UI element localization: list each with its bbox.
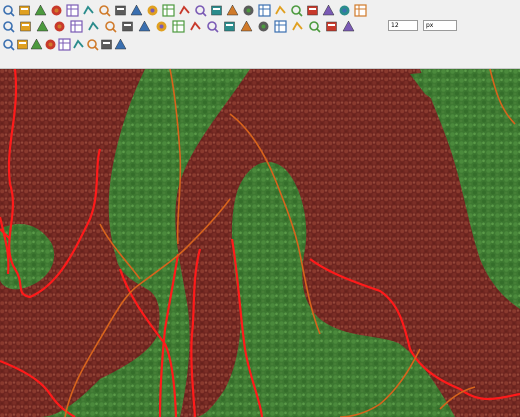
- change-label-icon[interactable]: [257, 20, 270, 33]
- statistics-icon[interactable]: [242, 4, 255, 17]
- zoom-layer-icon[interactable]: [34, 4, 47, 17]
- undo-icon[interactable]: [155, 20, 168, 33]
- identify-icon[interactable]: [178, 4, 191, 17]
- deselect-icon[interactable]: [322, 4, 335, 17]
- pan-icon[interactable]: [66, 4, 79, 17]
- offset-curve-icon[interactable]: [72, 38, 85, 51]
- bookmark-icon[interactable]: [114, 4, 127, 17]
- simplify-icon[interactable]: [86, 38, 99, 51]
- cut-features-icon[interactable]: [104, 20, 117, 33]
- map-canvas[interactable]: [0, 69, 520, 417]
- copy-features-icon[interactable]: [121, 20, 134, 33]
- snapping-tolerance-value: 12: [391, 22, 399, 29]
- rotate-label-icon[interactable]: [223, 20, 236, 33]
- merge-features-icon[interactable]: [44, 38, 57, 51]
- processing-toolbox-icon[interactable]: [226, 4, 239, 17]
- trim-extend-icon[interactable]: [100, 38, 113, 51]
- temporal-controller-icon[interactable]: [146, 4, 159, 17]
- toolbar-row-digitizing: [0, 35, 520, 55]
- digitize-icon[interactable]: [2, 38, 15, 51]
- attribute-table-icon[interactable]: [194, 4, 207, 17]
- field-calculator-icon[interactable]: [210, 4, 223, 17]
- annotation-icon[interactable]: [274, 4, 287, 17]
- reshape-icon[interactable]: [58, 38, 71, 51]
- zoom-out-icon[interactable]: [18, 4, 31, 17]
- pin-labels-icon[interactable]: [206, 20, 219, 33]
- pencil-icon[interactable]: [16, 38, 29, 51]
- zoom-selection-icon[interactable]: [50, 4, 63, 17]
- python-console-icon[interactable]: [338, 4, 351, 17]
- python-icon[interactable]: [291, 20, 304, 33]
- delete-selected-icon[interactable]: [87, 20, 100, 33]
- label-icon[interactable]: [189, 20, 202, 33]
- measure-icon[interactable]: [258, 4, 271, 17]
- paste-features-icon[interactable]: [138, 20, 151, 33]
- label-properties-icon[interactable]: [240, 20, 253, 33]
- toggle-editing-icon[interactable]: [19, 20, 32, 33]
- zoom-in-icon[interactable]: [2, 4, 15, 17]
- map-tips-icon[interactable]: [290, 4, 303, 17]
- new-map-view-icon[interactable]: [82, 4, 95, 17]
- save-edits-icon[interactable]: [36, 20, 49, 33]
- snapping-mode-icon[interactable]: [342, 20, 355, 33]
- new-3d-view-icon[interactable]: [98, 4, 111, 17]
- advanced-digitizing-icon[interactable]: [114, 38, 127, 51]
- select-features-icon[interactable]: [306, 4, 319, 17]
- split-features-icon[interactable]: [30, 38, 43, 51]
- plugin-icon[interactable]: [308, 20, 321, 33]
- current-edits-icon[interactable]: [2, 20, 15, 33]
- toolbar-area: 12 px: [0, 0, 520, 69]
- show-hide-labels-icon[interactable]: [274, 20, 287, 33]
- show-bookmarks-icon[interactable]: [130, 4, 143, 17]
- redo-icon[interactable]: [172, 20, 185, 33]
- refresh-icon[interactable]: [162, 4, 175, 17]
- snapping-unit-label: px: [426, 22, 434, 29]
- add-point-icon[interactable]: [53, 20, 66, 33]
- snapping-tolerance-spinbox[interactable]: 12: [388, 20, 418, 31]
- label-tool-icon[interactable]: [354, 4, 367, 17]
- magnet-snapping-icon[interactable]: [325, 20, 338, 33]
- vertex-tool-icon[interactable]: [70, 20, 83, 33]
- snapping-unit-select[interactable]: px: [423, 20, 457, 31]
